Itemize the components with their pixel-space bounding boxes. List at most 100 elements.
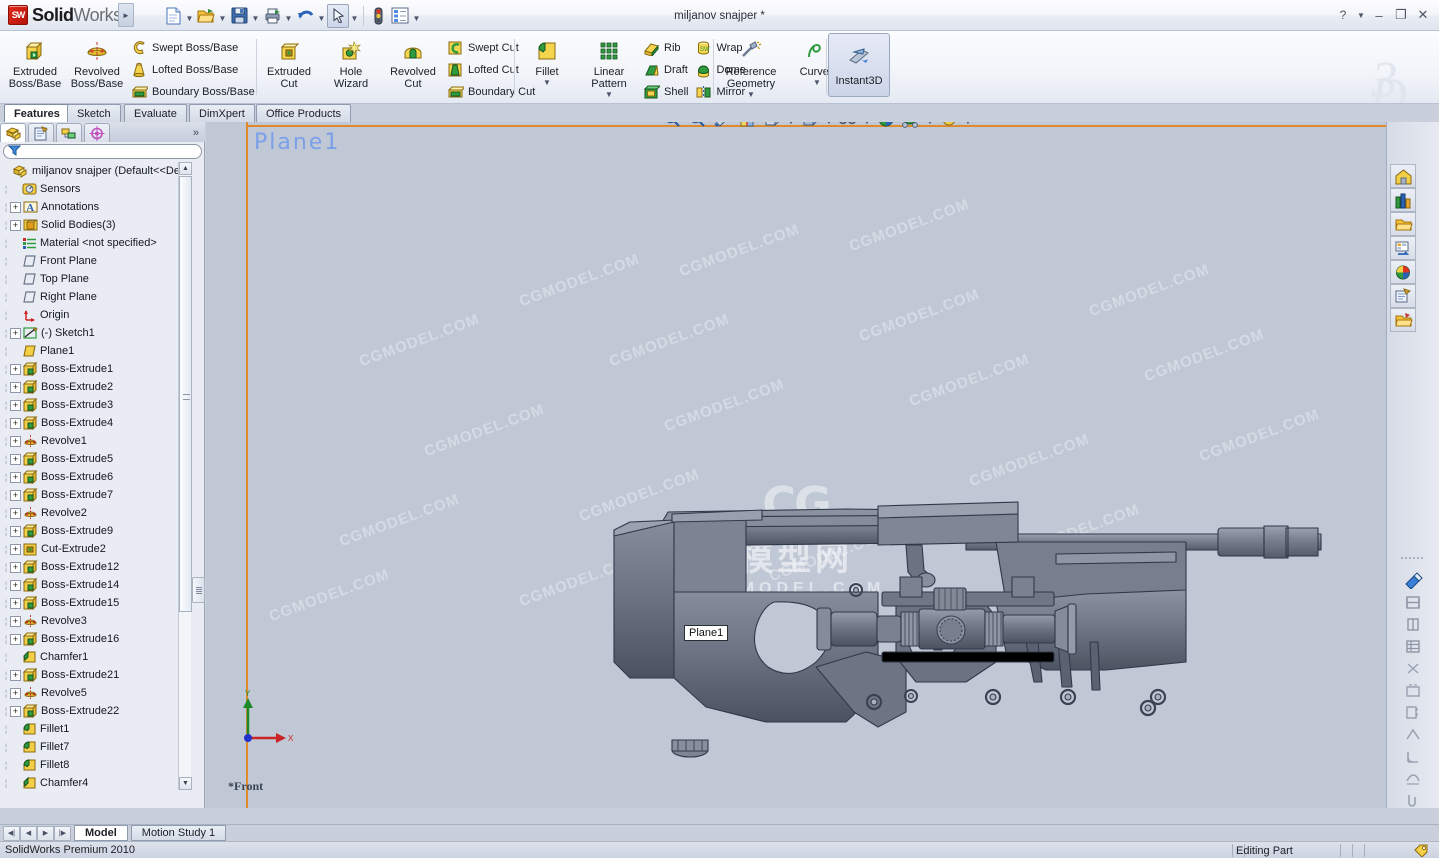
tree-expand-button[interactable]: + — [10, 489, 21, 501]
feature-tree-item[interactable]: ¦ + Boss-Extrude21 — [0, 666, 192, 684]
save-document-dropdown-icon[interactable]: ▼ — [250, 4, 261, 28]
tree-expand-button[interactable]: + — [10, 219, 21, 231]
feature-tree-item[interactable]: ¦ + Boss-Extrude1 — [0, 360, 192, 378]
feature-tree-item[interactable]: ¦ Fillet1 — [0, 720, 192, 738]
dimxpert-manager-tab[interactable] — [84, 123, 110, 142]
zoom-fit-icon[interactable] — [661, 122, 683, 130]
feature-tree-item[interactable]: ¦ Chamfer4 — [0, 774, 192, 790]
sw-resources-button[interactable] — [1390, 164, 1416, 188]
menu-expand-button[interactable]: ► — [118, 3, 134, 27]
feature-tree-scrollbar[interactable]: ▲ ▼ — [178, 162, 192, 790]
select-tool-dropdown-icon[interactable]: ▼ — [349, 4, 360, 28]
feature-tree-item[interactable]: ¦ + Boss-Extrude2 — [0, 378, 192, 396]
curves-dropdown-icon[interactable]: ▼ — [813, 78, 821, 88]
linear-pattern-dropdown-icon[interactable]: ▼ — [605, 90, 613, 100]
feature-tree-item[interactable]: ¦ Plane1 — [0, 342, 192, 360]
feature-tree-filter[interactable] — [3, 144, 202, 159]
display-style-dropdown-icon[interactable]: ▼ — [824, 122, 834, 130]
attach-dimension-icon[interactable] — [1401, 789, 1425, 811]
first-icon[interactable]: ◀| — [3, 825, 20, 841]
save-document-button[interactable] — [228, 4, 250, 28]
feature-tree-item[interactable]: ¦ Sensors — [0, 180, 192, 198]
scene-dropdown-icon[interactable]: ▼ — [925, 122, 935, 130]
feature-tree-item[interactable]: ¦ + Boss-Extrude16 — [0, 630, 192, 648]
path-length-icon[interactable] — [1401, 767, 1425, 789]
feature-tree-item[interactable]: ¦ Fillet7 — [0, 738, 192, 756]
feature-tree-item[interactable]: ¦ + Solid Bodies(3) — [0, 216, 192, 234]
tab-model[interactable]: Model — [74, 825, 128, 841]
fillet-dropdown-icon[interactable]: ▼ — [543, 78, 551, 88]
feature-tree[interactable]: miljanov snajper (Default<<Defau ¦ Sensors… — [0, 162, 192, 790]
tree-expand-button[interactable]: + — [10, 705, 21, 717]
feature-tree-item[interactable]: ¦ Front Plane — [0, 252, 192, 270]
feature-manager-tab[interactable] — [0, 123, 26, 142]
tree-expand-button[interactable]: + — [10, 201, 21, 213]
view-settings-dropdown-icon[interactable]: ▼ — [963, 122, 973, 130]
boundary-boss-base-button[interactable]: Boundary Boss/Base — [128, 81, 259, 103]
linear-pattern-button[interactable]: Linear Pattern ▼ — [578, 33, 640, 100]
section-view-icon[interactable] — [736, 122, 758, 130]
options-dropdown-icon[interactable]: ▼ — [411, 4, 422, 28]
feature-tree-item[interactable]: ¦ + Revolve2 — [0, 504, 192, 522]
feature-tree-item[interactable]: ¦ Fillet8 — [0, 756, 192, 774]
graphics-viewport[interactable]: CGMODEL.COM CGMODEL.COM CGMODEL.COM CGMO… — [206, 122, 1386, 808]
feature-tree-item[interactable]: ¦ Top Plane — [0, 270, 192, 288]
undo-dropdown-icon[interactable]: ▼ — [316, 4, 327, 28]
property-manager-tab[interactable] — [28, 123, 54, 142]
feature-tree-item[interactable]: ¦ + Boss-Extrude7 — [0, 486, 192, 504]
tree-expand-button[interactable]: + — [10, 633, 21, 645]
feature-tree-item[interactable]: ¦ + A Annotations — [0, 198, 192, 216]
open-document-button[interactable] — [195, 4, 217, 28]
scroll-down-button[interactable]: ▼ — [179, 777, 192, 790]
feature-tree-item[interactable]: ¦ + Cut-Extrude2 — [0, 540, 192, 558]
glasses-icon[interactable] — [837, 122, 859, 130]
tree-expand-button[interactable]: + — [10, 669, 21, 681]
dimension-toolbar-grip[interactable] — [1401, 554, 1423, 562]
design-library-button[interactable] — [1390, 188, 1416, 212]
tab-sketch[interactable]: Sketch — [67, 104, 121, 122]
reference-geometry-button[interactable]: Reference Geometry ▼ — [716, 33, 786, 100]
view-settings-icon[interactable] — [938, 122, 960, 130]
tab-motion-study-1[interactable]: Motion Study 1 — [130, 825, 227, 841]
configuration-manager-tab[interactable] — [56, 123, 82, 142]
shell-button[interactable]: Shell — [640, 81, 692, 103]
extruded-cut-button[interactable]: Extruded Cut — [258, 33, 320, 90]
swept-boss-base-button[interactable]: Swept Boss/Base — [128, 37, 259, 59]
solidworks-logo[interactable]: SW SolidWorks — [4, 2, 126, 28]
search-panel-button[interactable] — [1390, 236, 1416, 260]
feature-tree-item[interactable]: ¦ + Revolve1 — [0, 432, 192, 450]
feature-tree-item[interactable]: ¦ + Revolve5 — [0, 684, 192, 702]
reference-geometry-dropdown-icon[interactable]: ▼ — [747, 90, 755, 100]
vertical-dimension-icon[interactable] — [1401, 613, 1425, 635]
revolved-cut-button[interactable]: Revolved Cut — [382, 33, 444, 90]
tree-expand-button[interactable]: + — [10, 471, 21, 483]
help-dropdown-icon[interactable]: ▼ — [1355, 5, 1367, 25]
tree-expand-button[interactable]: + — [10, 561, 21, 573]
restore-icon[interactable]: ❐ — [1391, 5, 1411, 25]
scroll-thumb[interactable] — [179, 176, 192, 612]
open-document-dropdown-icon[interactable]: ▼ — [217, 4, 228, 28]
tree-expand-button[interactable]: + — [10, 399, 21, 411]
tab-office-products[interactable]: Office Products — [256, 104, 351, 122]
view-orientation-icon[interactable] — [761, 122, 783, 130]
tree-expand-button[interactable]: + — [10, 525, 21, 537]
feature-tree-item[interactable]: ¦ + Boss-Extrude15 — [0, 594, 192, 612]
panel-splitter-handle[interactable] — [192, 577, 205, 603]
angle-dimension-icon[interactable] — [1401, 745, 1425, 767]
tab-evaluate[interactable]: Evaluate — [124, 104, 187, 122]
tab-features[interactable]: Features — [4, 104, 70, 122]
lofted-boss-base-button[interactable]: Lofted Boss/Base — [128, 59, 259, 81]
feature-tree-item[interactable]: ¦ + Boss-Extrude22 — [0, 702, 192, 720]
custom-properties-button[interactable] — [1390, 308, 1416, 332]
view-palette-button[interactable] — [1390, 260, 1416, 284]
feature-tree-item[interactable]: ¦ Right Plane — [0, 288, 192, 306]
view-orientation-dropdown-icon[interactable]: ▼ — [786, 122, 796, 130]
new-document-button[interactable] — [162, 4, 184, 28]
options-button[interactable] — [389, 4, 411, 28]
feature-tree-item[interactable]: miljanov snajper (Default<<Defau — [0, 162, 192, 180]
file-explorer-button[interactable] — [1390, 212, 1416, 236]
feature-tree-item[interactable]: ¦ + Boss-Extrude14 — [0, 576, 192, 594]
minimize-icon[interactable]: – — [1369, 5, 1389, 25]
tree-expand-button[interactable]: + — [10, 453, 21, 465]
tree-expand-button[interactable]: + — [10, 579, 21, 591]
